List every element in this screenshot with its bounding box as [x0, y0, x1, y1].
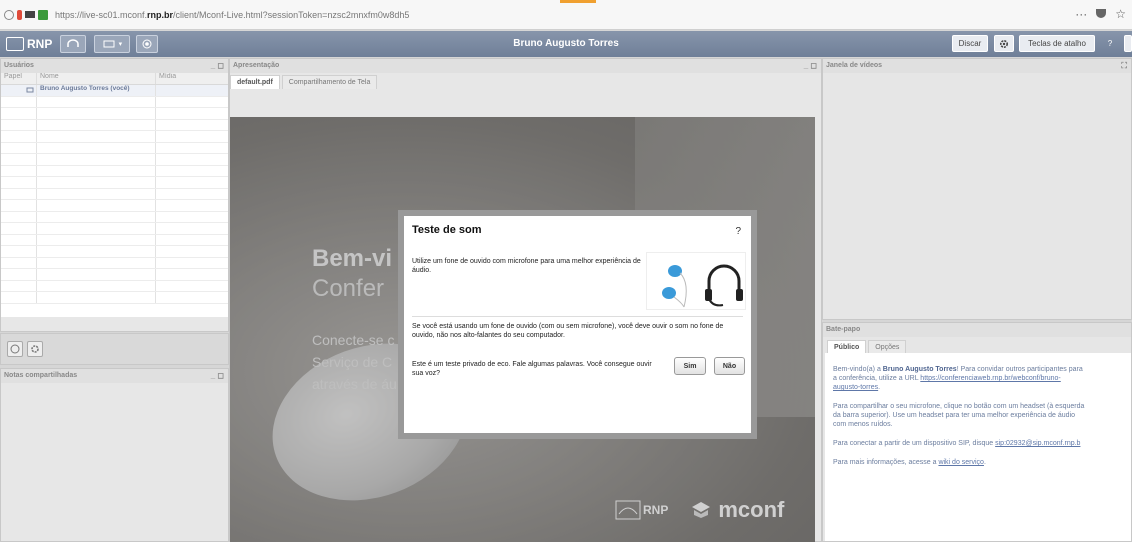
presentation-tabs: default.pdf Compartilhamento de Tela [230, 73, 821, 89]
discar-button[interactable]: Discar [952, 35, 988, 52]
dialog-title: Teste de som [412, 224, 482, 236]
users-settings-button[interactable] [27, 341, 43, 357]
tab-opcoes[interactable]: Opções [868, 340, 907, 354]
dialog-divider [412, 316, 743, 317]
monitor-icon [103, 40, 115, 47]
chat-message-sip: Para conectar a partir de um dispositivo… [833, 440, 1081, 447]
tab-screen-share[interactable]: Compartilhamento de Tela [281, 75, 378, 89]
user-role-icon [1, 85, 37, 96]
chat-panel: Bate-papo Público Opções Bem-vindo(a) a … [822, 322, 1132, 542]
shortcuts-button[interactable]: Teclas de atalho [1019, 35, 1095, 52]
dialog-help-button[interactable]: ? [735, 226, 741, 237]
sip-link[interactable]: sip:02932@sip.mconf.rnp.b [995, 440, 1080, 447]
no-button[interactable]: Não [714, 357, 745, 375]
bookmark-star-icon[interactable]: ☆ [1115, 7, 1126, 22]
headset-icon [67, 39, 80, 47]
minimize-icon[interactable]: _ ◻ [211, 369, 224, 383]
chat-message-welcome: Bem-vindo(a) a Bruno Augusto Torres! Par… [833, 366, 1083, 391]
rnp-logo: RNP [6, 37, 52, 51]
conference-url-link-cont[interactable]: augusto-torres [833, 384, 878, 391]
col-nome[interactable]: Nome [37, 73, 156, 84]
user-row[interactable]: Bruno Augusto Torres (você) [1, 85, 228, 97]
minimize-icon[interactable]: _ ◻ [211, 59, 224, 73]
lock-icon [38, 9, 48, 20]
chat-messages: Bem-vindo(a) a Bruno Augusto Torres! Par… [825, 353, 1131, 541]
video-panel: Janela de vídeos ⛶ [822, 58, 1132, 320]
reload-icon[interactable] [4, 9, 14, 20]
tab-default-pdf[interactable]: default.pdf [230, 75, 280, 89]
pocket-icon[interactable] [1095, 7, 1107, 22]
sound-test-dialog: Teste de som ? Utilize um fone de ouvido… [398, 210, 757, 439]
col-midia[interactable]: Mídia [156, 73, 176, 84]
chat-panel-title: Bate-papo [826, 326, 861, 333]
help-button[interactable]: ? [1101, 35, 1119, 52]
tab-accent [560, 0, 596, 3]
conference-url-link[interactable]: https://conferenciaweb.rnp.br/webconf/br… [920, 375, 1060, 382]
minimize-icon[interactable]: _ ◻ [804, 59, 817, 73]
more-icon[interactable]: ··· [1075, 7, 1087, 22]
users-toolbar [0, 333, 229, 365]
url-text[interactable]: https://live-sc01.mconf.rnp.br/client/Mc… [55, 10, 409, 20]
dialog-instruction: Se você está usando um fone de ouvido (c… [412, 323, 724, 339]
logout-button[interactable] [1124, 35, 1132, 52]
users-table-header: Papel Nome Mídia [1, 73, 228, 85]
video-panel-title: Janela de vídeos [826, 62, 883, 69]
chat-message-wiki: Para mais informações, acesse a wiki do … [833, 459, 986, 466]
rnp-logo-icon [6, 37, 24, 51]
users-list: Bruno Augusto Torres (você) [1, 85, 228, 317]
gear-icon [31, 345, 39, 353]
share-screen-button[interactable]: ▾ [94, 35, 131, 53]
browser-url-bar[interactable]: https://live-sc01.mconf.rnp.br/client/Mc… [0, 0, 1132, 30]
wiki-link[interactable]: wiki do serviço [938, 459, 984, 466]
dialog-headset-tip: Utilize um fone de ouvido com microfone … [412, 258, 641, 274]
settings-button[interactable] [994, 35, 1014, 52]
dialog-question: Este é um teste privado de eco. Fale alg… [412, 361, 652, 377]
col-papel[interactable]: Papel [1, 73, 37, 84]
headset-button[interactable] [60, 35, 87, 53]
smiley-icon [10, 344, 20, 354]
record-icon [142, 39, 152, 49]
emoji-status-button[interactable] [7, 341, 23, 357]
tab-publico[interactable]: Público [827, 340, 867, 354]
maximize-icon[interactable]: ⛶ [1121, 59, 1127, 73]
notes-panel-title: Notas compartilhadas [4, 372, 78, 379]
chat-message-microphone: Para compartilhar o seu microfone, cliqu… [833, 403, 1085, 428]
gear-icon [999, 39, 1009, 48]
notes-panel: Notas compartilhadas _ ◻ [0, 368, 229, 542]
headset-illustration [646, 252, 746, 310]
presentation-title: Apresentação [233, 62, 280, 69]
chat-tabs: Público Opções [823, 337, 1131, 354]
record-button[interactable] [136, 35, 159, 53]
users-panel: Usuários _ ◻ Papel Nome Mídia Bruno Augus… [0, 58, 229, 332]
microphone-icon[interactable] [17, 9, 22, 20]
earphones-headset-icon [662, 264, 743, 308]
users-panel-title: Usuários [4, 62, 34, 69]
yes-button[interactable]: Sim [674, 357, 706, 375]
app-toolbar: RNP ▾ Bruno Augusto Torres Discar Teclas… [0, 31, 1132, 57]
dropdown-arrow-icon[interactable]: ▾ [119, 40, 123, 48]
camera-icon[interactable] [25, 11, 35, 18]
user-name: Bruno Augusto Torres (você) [37, 85, 156, 96]
